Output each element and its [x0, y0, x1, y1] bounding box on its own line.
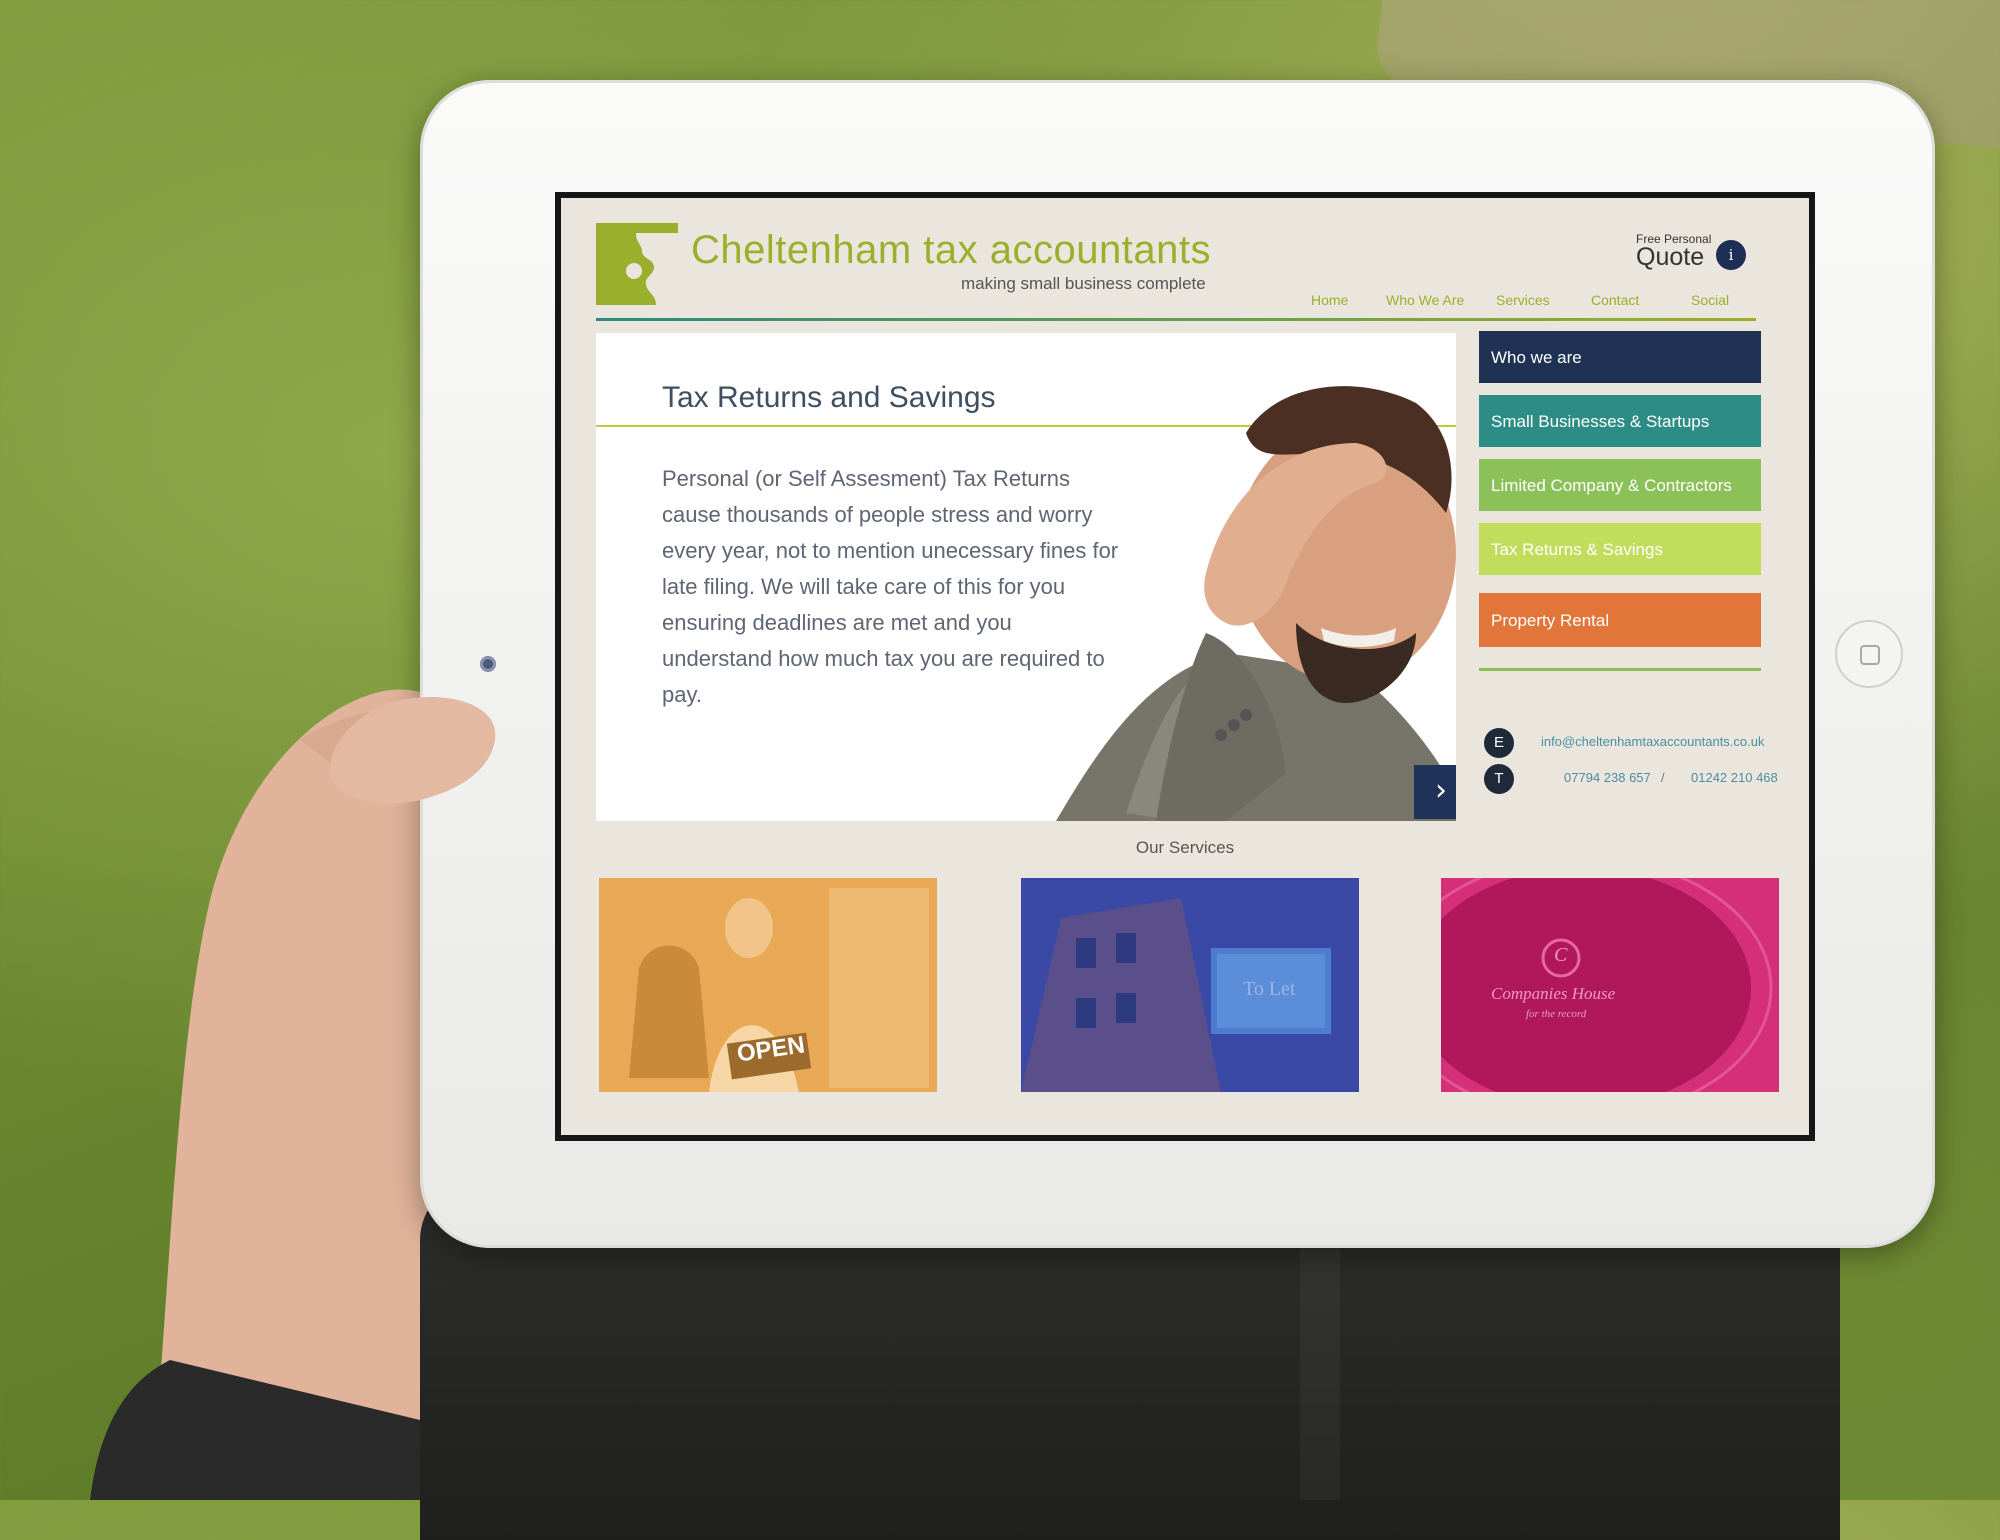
phone-icon: T: [1484, 764, 1514, 794]
nav-home[interactable]: Home: [1311, 292, 1348, 308]
contact-email[interactable]: info@cheltenhamtaxaccountants.co.uk: [1541, 734, 1765, 749]
side-menu-divider: [1479, 668, 1761, 671]
nav-contact[interactable]: Contact: [1591, 292, 1639, 308]
side-menu-tax-returns[interactable]: Tax Returns & Savings: [1479, 523, 1761, 575]
site-brand[interactable]: Cheltenham tax accountants: [691, 228, 1211, 273]
header-divider: [596, 318, 1756, 321]
side-menu-limited-company[interactable]: Limited Company & Contractors: [1479, 459, 1761, 511]
to-let-sign-text: To Let: [1243, 978, 1296, 1000]
email-icon: E: [1484, 728, 1514, 758]
hero-title: Tax Returns and Savings: [662, 381, 996, 414]
services-heading: Our Services: [1135, 838, 1235, 857]
site-tagline: making small business complete: [961, 274, 1206, 293]
nav-who-we-are[interactable]: Who We Are: [1386, 292, 1464, 308]
hero-panel: Tax Returns and Savings Personal (or Sel…: [596, 333, 1456, 821]
companies-house-logo-text: Companies House: [1491, 984, 1616, 1003]
contact-phone-landline[interactable]: 01242 210 468: [1691, 770, 1778, 785]
main-nav: Home Who We Are Services Contact Social: [1311, 292, 1751, 314]
side-menu-small-businesses[interactable]: Small Businesses & Startups: [1479, 395, 1761, 447]
service-tile-companies-house[interactable]: C Companies House for the record: [1441, 878, 1779, 1092]
to-let-photo: [1021, 878, 1359, 1092]
info-icon[interactable]: i: [1716, 240, 1746, 270]
puzzle-logo-icon: [596, 223, 678, 305]
stressed-man-photo: [1056, 386, 1456, 821]
nav-services[interactable]: Services: [1496, 292, 1550, 308]
companies-house-mark: C: [1554, 944, 1568, 966]
website-screen: Cheltenham tax accountants making small …: [555, 192, 1815, 1141]
companies-house-logo-sub: for the record: [1526, 1008, 1587, 1020]
side-menu-who-we-are[interactable]: Who we are: [1479, 331, 1761, 383]
service-tile-small-business[interactable]: OPEN: [599, 878, 937, 1092]
side-menu-property-rental[interactable]: Property Rental: [1479, 593, 1761, 647]
quote-link[interactable]: Quote: [1636, 243, 1704, 272]
nav-social[interactable]: Social: [1691, 292, 1729, 308]
contact-phone-mobile[interactable]: 07794 238 657: [1564, 770, 1651, 785]
service-tile-property-rental[interactable]: To Let: [1021, 878, 1359, 1092]
contact-separator: /: [1661, 770, 1665, 785]
hero-next-button[interactable]: ›: [1414, 765, 1456, 819]
